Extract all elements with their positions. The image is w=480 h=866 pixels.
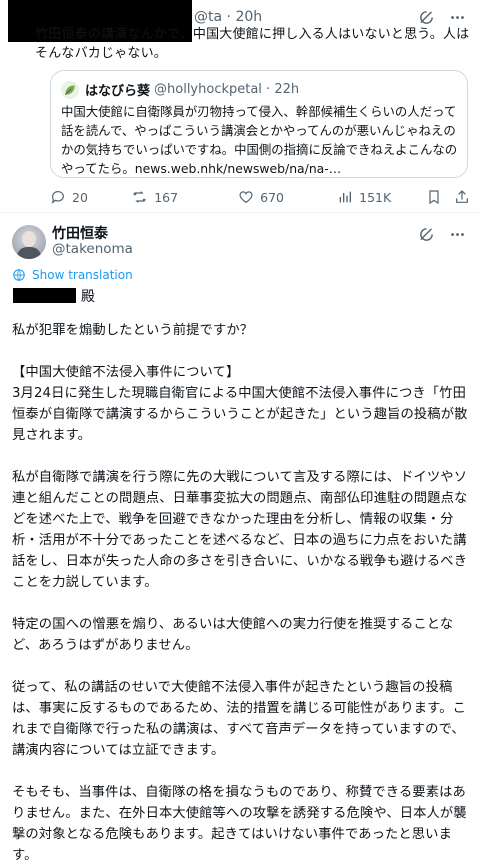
reply-tweet-handle[interactable]: @ta: [194, 9, 222, 25]
main-tweet-actions: [418, 226, 466, 247]
bookmark-icon: [429, 190, 439, 205]
main-tweet-text: 私が犯罪を煽動したという前提ですか？ 【中国大使館不法侵入事件について】 3月2…: [12, 320, 470, 866]
heart-icon: [239, 191, 253, 204]
like-count: 670: [260, 189, 284, 205]
like-button[interactable]: 670: [238, 189, 337, 205]
share-icon: [456, 190, 468, 203]
reply-button[interactable]: 20: [50, 189, 131, 205]
reply-icon: [51, 191, 64, 204]
repost-button[interactable]: 167: [131, 189, 238, 205]
leaf-icon: [65, 84, 75, 95]
quoted-tweet-time[interactable]: 22h: [274, 82, 299, 97]
repost-icon: [133, 191, 147, 203]
translate-globe-icon: [13, 269, 25, 281]
reply-tweet-time[interactable]: 20h: [235, 9, 262, 25]
timeline: @ta · 20h 竹田恒泰の講演なんかで、中国大使館に押し入る人はいないと思う…: [0, 0, 480, 863]
quoted-tweet[interactable]: はなびら葵 @hollyhockpetal · 22h 中国大使館に自衛隊員が刃…: [50, 70, 468, 178]
paragraph: 従って、私の講話のせいで大使館不法侵入事件が起きたという趣旨の投稿は、事実に反す…: [12, 680, 467, 758]
show-translation-link[interactable]: Show translation: [12, 268, 133, 282]
views-bar-icon: [339, 191, 352, 203]
share-button[interactable]: [454, 189, 470, 205]
views-button[interactable]: 151K: [337, 189, 426, 205]
quoted-user-avatar[interactable]: [61, 80, 79, 99]
reply-tweet-text: 竹田恒泰の講演なんかで、中国大使館に押し入る人はいないと思う。人はそんなバカじゃ…: [35, 27, 470, 61]
reply-tweet[interactable]: @ta · 20h 竹田恒泰の講演なんかで、中国大使館に押し入る人はいないと思う…: [0, 0, 480, 213]
quoted-tweet-text: 中国大使館に自衛隊員が刃物持って侵入、幹部候補生くらいの人だって話を読んで、やっ…: [61, 104, 458, 176]
tweet-divider: [0, 212, 480, 213]
views-count: 151K: [359, 189, 392, 205]
author-avatar[interactable]: [12, 225, 46, 259]
quoted-user-name[interactable]: はなびら葵: [85, 80, 150, 99]
reply-tweet-metrics: 20 167 670 151K: [50, 187, 470, 207]
show-translation-label: Show translation: [32, 268, 133, 282]
reply-count: 20: [72, 189, 88, 205]
redacted-recipient-block: [13, 288, 76, 303]
paragraph: 私が自衛隊で講演を行う際に先の大戦について言及する際には、ドイツやソ連と組んだこ…: [12, 470, 468, 590]
repost-count: 167: [154, 189, 179, 205]
reply-tweet-header: @ta · 20h: [194, 9, 263, 25]
more-options-icon[interactable]: [449, 226, 466, 247]
salutation-suffix: 殿: [81, 289, 95, 305]
quoted-user-handle[interactable]: @hollyhockpetal: [154, 82, 262, 97]
grok-icon[interactable]: [418, 226, 435, 247]
author-handle[interactable]: @takenoma: [52, 241, 133, 257]
paragraph: 【中国大使館不法侵入事件について】 3月24日に発生した現職自衛官による中国大使…: [12, 365, 468, 443]
bookmark-button[interactable]: [426, 189, 454, 205]
paragraph: 私が犯罪を煽動したという前提ですか？: [12, 323, 254, 338]
paragraph: 特定の国への憎悪を煽り、あるいは大使館への実力行使を推奨することなど、あろうはず…: [12, 617, 454, 653]
author-name[interactable]: 竹田恒泰: [52, 223, 108, 243]
quoted-tweet-header: はなびら葵 @hollyhockpetal · 22h: [61, 80, 299, 99]
paragraph: そもそも、当事件は、自衛隊の格を損なうものであり、称賛できる要素はありません。ま…: [12, 785, 467, 863]
